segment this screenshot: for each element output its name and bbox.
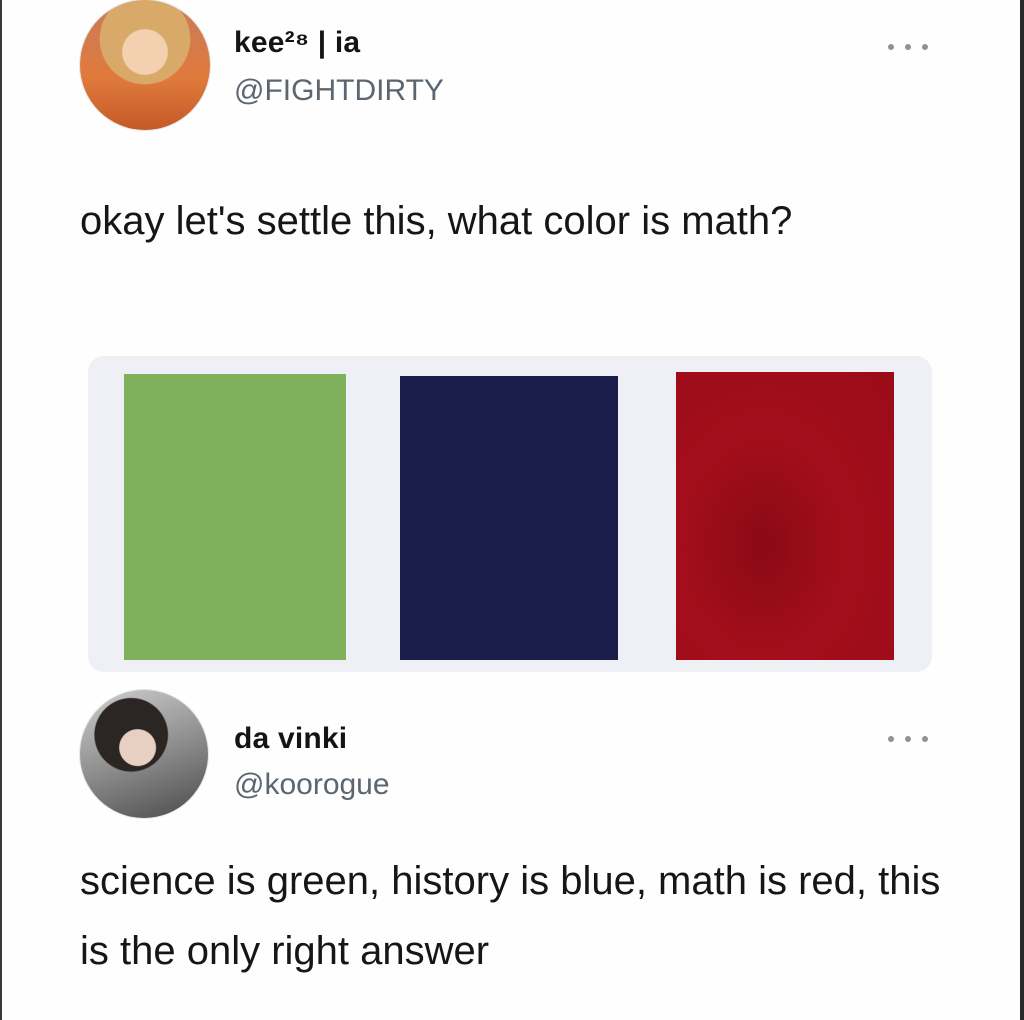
more-horizontal-icon[interactable] <box>888 40 928 54</box>
user-handle[interactable]: @koorogue <box>234 768 390 802</box>
media-image[interactable] <box>88 356 932 672</box>
display-name[interactable]: kee²⁸ | ia <box>234 26 360 60</box>
display-name[interactable]: da vinki <box>234 722 347 756</box>
tweet-text: science is green, history is blue, math … <box>80 859 941 973</box>
user-handle[interactable]: @FIGHTDIRTY <box>234 74 444 108</box>
meme-screenshot: kee²⁸ | ia @FIGHTDIRTY okay let's settle… <box>0 0 1024 1020</box>
tweet-text: okay let's settle this, what color is ma… <box>80 199 793 243</box>
tweet-1: kee²⁸ | ia @FIGHTDIRTY okay let's settle… <box>0 0 1020 690</box>
tweet-2: da vinki @koorogue science is green, his… <box>0 690 1020 1020</box>
more-horizontal-icon[interactable] <box>888 732 928 746</box>
green-swatch <box>124 374 346 660</box>
avatar[interactable] <box>80 690 208 818</box>
navy-swatch <box>400 376 618 660</box>
red-swatch <box>676 372 894 660</box>
right-border <box>1020 0 1024 1020</box>
avatar[interactable] <box>80 0 210 130</box>
